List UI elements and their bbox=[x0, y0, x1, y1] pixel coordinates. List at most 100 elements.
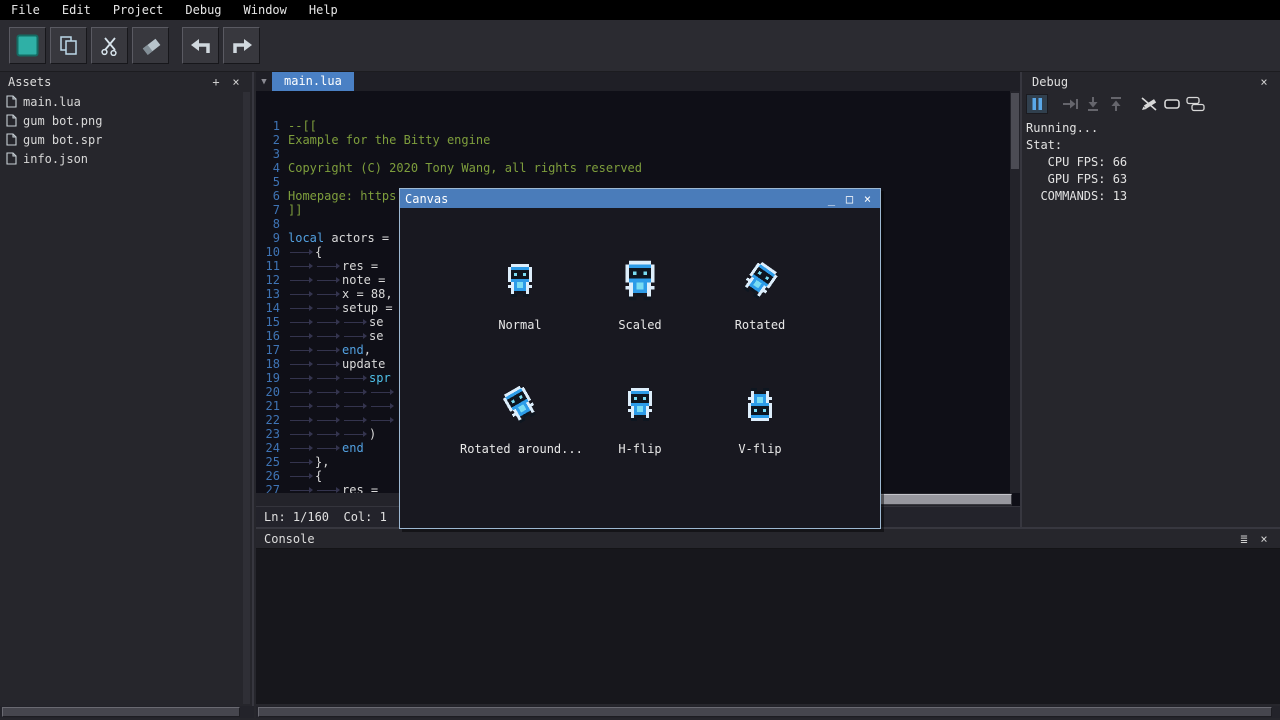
line-number: 12 bbox=[256, 273, 288, 287]
asset-item-main-lua[interactable]: main.lua bbox=[0, 92, 242, 111]
gum-bot-sprite-rotated bbox=[738, 258, 782, 302]
tab-whitespace-marker bbox=[288, 441, 315, 455]
menu-file[interactable]: File bbox=[0, 0, 51, 20]
debug-status-line: Stat: bbox=[1026, 137, 1280, 154]
asset-file-name: main.lua bbox=[23, 95, 81, 109]
assets-h-scrollbar[interactable] bbox=[0, 706, 254, 718]
tab-whitespace-marker bbox=[288, 287, 315, 301]
menu-debug[interactable]: Debug bbox=[174, 0, 232, 20]
square-icon bbox=[16, 34, 39, 57]
maximize-button[interactable]: □ bbox=[842, 192, 857, 206]
tab-whitespace-marker bbox=[288, 329, 315, 343]
tab-whitespace-marker bbox=[288, 469, 315, 483]
code-token: update bbox=[342, 357, 385, 371]
menu-edit[interactable]: Edit bbox=[51, 0, 102, 20]
tab-whitespace-marker bbox=[288, 483, 315, 493]
add-asset-button[interactable]: + bbox=[208, 75, 224, 89]
tab-list-dropdown-icon[interactable]: ▼ bbox=[256, 77, 272, 87]
tab-whitespace-marker bbox=[342, 315, 369, 329]
asset-item-info-json[interactable]: info.json bbox=[0, 149, 242, 168]
tab-whitespace-marker bbox=[315, 329, 342, 343]
line-number: 2 bbox=[256, 133, 288, 147]
editor-v-scrollbar-thumb[interactable] bbox=[1011, 93, 1019, 169]
close-window-button[interactable]: × bbox=[860, 192, 875, 206]
code-line: 4Copyright (C) 2020 Tony Wang, all right… bbox=[256, 161, 1012, 175]
tab-whitespace-marker bbox=[315, 385, 342, 399]
sprite-label: Normal bbox=[460, 318, 580, 332]
line-number: 17 bbox=[256, 343, 288, 357]
code-token: { bbox=[315, 469, 322, 483]
canvas-window[interactable]: Canvas _ □ × NormalScaledRotatedRotated … bbox=[399, 188, 881, 529]
assets-v-scrollbar[interactable] bbox=[243, 92, 250, 704]
line-number: 9 bbox=[256, 231, 288, 245]
paste-button[interactable] bbox=[132, 27, 169, 64]
sprite-cell: H-flip bbox=[580, 372, 700, 456]
tab-whitespace-marker bbox=[315, 399, 342, 413]
step-into-button[interactable] bbox=[1082, 94, 1104, 114]
menu-help[interactable]: Help bbox=[298, 0, 349, 20]
canvas-window-titlebar[interactable]: Canvas _ □ × bbox=[400, 189, 880, 208]
main-h-scrollbar-thumb[interactable] bbox=[258, 707, 1272, 717]
editor-tab-bar: ▼ main.lua bbox=[256, 72, 1020, 91]
code-token: setup = bbox=[342, 301, 400, 315]
menu-window[interactable]: Window bbox=[233, 0, 298, 20]
editor-v-scrollbar[interactable] bbox=[1010, 91, 1020, 493]
main-h-scrollbar[interactable] bbox=[256, 706, 1280, 718]
close-debug-button[interactable]: × bbox=[1256, 75, 1272, 89]
file-icon bbox=[6, 95, 17, 108]
asset-item-gum-bot-spr[interactable]: gum bot.spr bbox=[0, 130, 242, 149]
run-button[interactable] bbox=[9, 27, 46, 64]
code-line: 5 bbox=[256, 175, 1012, 189]
close-console-button[interactable]: × bbox=[1256, 532, 1272, 546]
sprite-label: Rotated around... bbox=[460, 442, 580, 456]
code-token: Copyright (C) 2020 Tony Wang, all rights… bbox=[288, 161, 642, 175]
tab-whitespace-marker bbox=[342, 399, 369, 413]
asset-item-gum-bot-png[interactable]: gum bot.png bbox=[0, 111, 242, 130]
tab-whitespace-marker bbox=[288, 371, 315, 385]
line-number: 1 bbox=[256, 119, 288, 133]
flags-cross-icon bbox=[1186, 96, 1205, 112]
code-token: end bbox=[342, 441, 364, 455]
toggle-breakpoint-button[interactable] bbox=[1138, 94, 1160, 114]
code-line: 2Example for the Bitty engine bbox=[256, 133, 1012, 147]
tab-whitespace-marker bbox=[288, 357, 315, 371]
step-out-button[interactable] bbox=[1105, 94, 1127, 114]
code-line: 1--[[ bbox=[256, 119, 1012, 133]
clear-breakpoints-button[interactable] bbox=[1184, 94, 1206, 114]
debug-status-line: CPU FPS: 66 bbox=[1026, 154, 1280, 171]
step-over-button[interactable] bbox=[1059, 94, 1081, 114]
undo-button[interactable] bbox=[182, 27, 219, 64]
asset-file-name: gum bot.spr bbox=[23, 133, 102, 147]
canvas-viewport[interactable]: NormalScaledRotatedRotated around...H-fl… bbox=[400, 208, 880, 528]
gum-bot-sprite-vflip bbox=[745, 388, 775, 421]
redo-arrow-icon bbox=[231, 37, 253, 55]
pause-icon bbox=[1030, 97, 1044, 111]
copy-button[interactable] bbox=[50, 27, 87, 64]
console-panel-header: Console ≣ × bbox=[256, 529, 1280, 549]
redo-button[interactable] bbox=[223, 27, 260, 64]
code-line: 3 bbox=[256, 147, 1012, 161]
step-over-icon bbox=[1062, 97, 1079, 111]
line-number: 6 bbox=[256, 189, 288, 203]
debug-status-lines: Running...Stat: CPU FPS: 66 GPU FPS: 63 … bbox=[1024, 116, 1280, 205]
line-number: 23 bbox=[256, 427, 288, 441]
console-panel-title: Console bbox=[264, 532, 315, 546]
code-token: , bbox=[364, 343, 371, 357]
enable-breakpoints-button[interactable] bbox=[1161, 94, 1183, 114]
assets-h-scrollbar-thumb[interactable] bbox=[2, 707, 240, 717]
menubar: FileEditProjectDebugWindowHelp bbox=[0, 0, 1280, 20]
console-menu-icon[interactable]: ≣ bbox=[1236, 532, 1252, 546]
pause-button[interactable] bbox=[1026, 94, 1048, 114]
menu-project[interactable]: Project bbox=[102, 0, 175, 20]
tab-whitespace-marker bbox=[315, 371, 342, 385]
cut-button[interactable] bbox=[91, 27, 128, 64]
sprite-label: Scaled bbox=[580, 318, 700, 332]
debug-status-line: COMMANDS: 13 bbox=[1026, 188, 1280, 205]
minimize-button[interactable]: _ bbox=[824, 192, 839, 206]
console-output[interactable] bbox=[256, 549, 1280, 704]
tab-main-lua[interactable]: main.lua bbox=[272, 72, 354, 91]
debug-panel-header: Debug × bbox=[1024, 72, 1280, 92]
close-assets-button[interactable]: × bbox=[228, 75, 244, 89]
sprite-cell: Rotated around... bbox=[460, 372, 580, 456]
tab-whitespace-marker bbox=[288, 301, 315, 315]
